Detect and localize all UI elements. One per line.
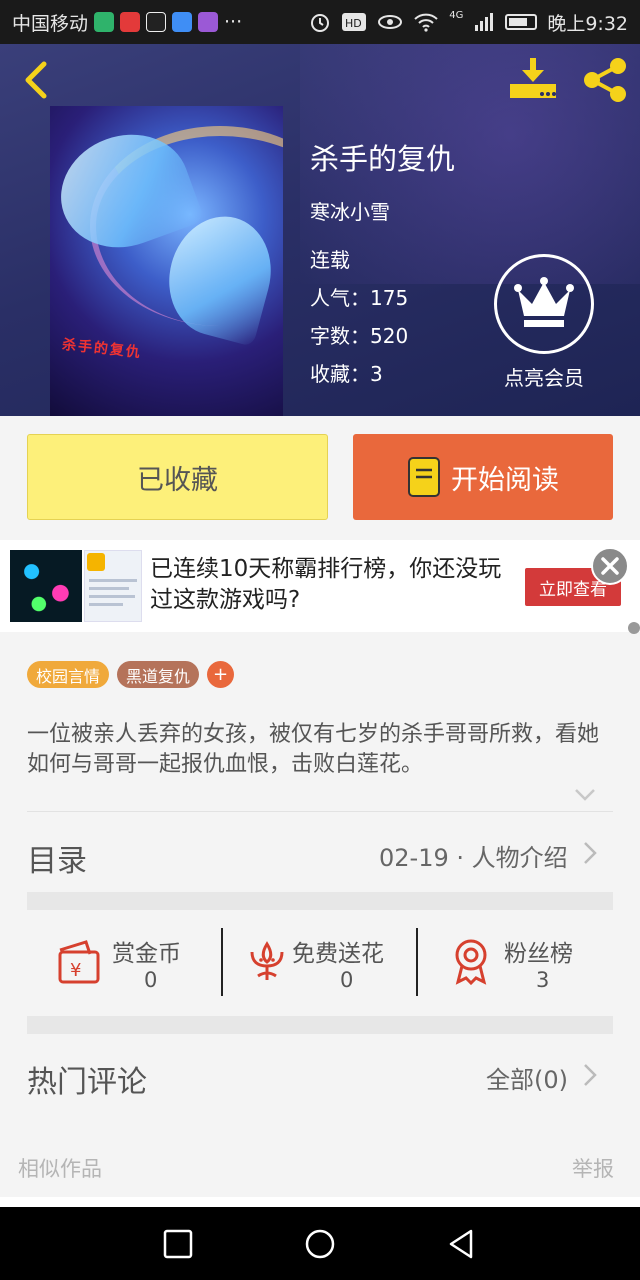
ad-screenshot-image[interactable]: [84, 550, 142, 622]
report-link[interactable]: 举报: [572, 1153, 614, 1183]
svg-text:HD: HD: [345, 17, 362, 30]
back-nav-icon[interactable]: [445, 1227, 479, 1261]
carrier-label: 中国移动: [12, 12, 89, 35]
home-icon[interactable]: [303, 1227, 337, 1261]
vip-label[interactable]: 点亮会员: [484, 362, 604, 391]
flower-icon: [250, 941, 284, 980]
favorites-stat: 收藏：3: [310, 362, 383, 386]
collected-button-label: 已收藏: [137, 464, 218, 496]
tiktok-notification-icon: [146, 12, 167, 32]
start-reading-label: 开始阅读: [451, 464, 559, 496]
red-envelope-icon: ¥: [58, 940, 100, 984]
add-tag-button[interactable]: +: [207, 661, 235, 688]
close-icon: [601, 557, 619, 575]
genre-tags: 校园言情 黑道复仇 +: [27, 661, 235, 688]
reward-coins-count: 0: [144, 968, 158, 992]
browser-notification-icon: [198, 12, 219, 32]
book-synopsis: 一位被亲人丢弃的女孩，被仅有七岁的杀手哥哥所救，看她如何与哥哥一起报仇血恨，击败…: [27, 722, 600, 777]
hot-comments-title: 热门评论: [27, 1065, 147, 1100]
fan-ranking-label: 粉丝榜: [504, 941, 573, 967]
chevron-down-icon[interactable]: [574, 786, 596, 804]
all-comments-link[interactable]: 全部(0): [486, 1060, 568, 1095]
reward-divider: [221, 928, 223, 996]
medal-icon: [455, 939, 487, 986]
message-notification-icon: [172, 12, 193, 32]
word-count-stat: 字数：520: [310, 324, 409, 348]
fan-ranking-count: 3: [536, 968, 550, 992]
reward-coins-label: 赏金币: [112, 941, 181, 967]
section-separator: [27, 1016, 613, 1034]
download-icon[interactable]: [508, 56, 558, 102]
ad-text[interactable]: 已连续10天称霸排行榜，你还没玩过这款游戏吗?: [150, 554, 510, 616]
chevron-right-icon[interactable]: [582, 1062, 598, 1088]
back-arrow-icon[interactable]: [18, 60, 54, 100]
similar-works-title: 相似作品: [18, 1157, 102, 1181]
status-bar: 中国移动 ··· HD 4G 晚上9:32: [0, 0, 640, 44]
book-title: 杀手的复仇: [310, 142, 456, 176]
signal-icon: [475, 13, 494, 31]
book-cover-image[interactable]: 杀手的复仇: [50, 106, 283, 416]
latest-chapter-link[interactable]: 02-19 · 人物介绍: [379, 838, 568, 873]
app-notification-icon: [94, 12, 115, 32]
start-reading-button[interactable]: 开始阅读: [353, 434, 613, 520]
reward-coins-button[interactable]: ¥ 赏金币 0: [30, 926, 230, 1006]
ad-banner[interactable]: 已连续10天称霸排行榜，你还没玩过这款游戏吗? 立即查看: [0, 540, 640, 632]
free-flower-label: 免费送花: [292, 941, 384, 967]
share-icon[interactable]: [580, 56, 630, 104]
ad-close-button[interactable]: [591, 547, 629, 585]
serialization-status: 连载: [310, 248, 350, 272]
system-navigation-bar: [0, 1207, 640, 1280]
reward-divider: [416, 928, 418, 996]
alarm-icon: [311, 14, 330, 32]
catalog-title[interactable]: 目录: [27, 836, 87, 880]
content-bottom-edge: [0, 1197, 640, 1207]
collected-button[interactable]: 已收藏: [27, 434, 328, 520]
network-type-label: 4G: [449, 9, 464, 21]
free-flower-count: 0: [340, 968, 354, 992]
hd-icon: HD: [342, 13, 367, 31]
tag-campus-romance[interactable]: 校园言情: [27, 661, 110, 688]
svg-text:¥: ¥: [70, 960, 81, 981]
eye-comfort-icon: [378, 15, 403, 29]
ad-info-icon[interactable]: [628, 622, 640, 634]
vip-membership-button[interactable]: [494, 254, 594, 354]
book-icon: [408, 457, 440, 497]
clock-label: 晚上9:32: [547, 12, 628, 35]
book-header: 杀手的复仇 杀手的复仇 寒冰小雪 连载 人气：175 字数：520 收藏：3 点…: [0, 44, 640, 416]
fan-ranking-button[interactable]: 粉丝榜 3: [430, 926, 630, 1006]
more-notifications-indicator: ···: [224, 11, 243, 33]
cover-title-text: 杀手的复仇: [61, 336, 143, 362]
popularity-stat: 人气：175: [310, 286, 409, 310]
crown-icon: [514, 277, 574, 327]
free-flower-button[interactable]: 免费送花 0: [230, 926, 430, 1006]
section-divider: [27, 811, 613, 812]
battery-icon: [505, 14, 538, 30]
book-author[interactable]: 寒冰小雪: [310, 196, 390, 225]
chevron-right-icon[interactable]: [582, 840, 598, 866]
ad-game-image[interactable]: [10, 550, 82, 622]
recent-apps-icon[interactable]: [161, 1227, 195, 1261]
toutiao-notification-icon: [120, 12, 141, 32]
wifi-icon: [414, 13, 438, 32]
section-separator: [27, 892, 613, 910]
action-bar: 已收藏 开始阅读: [0, 416, 640, 540]
tag-gang-revenge[interactable]: 黑道复仇: [117, 661, 200, 688]
